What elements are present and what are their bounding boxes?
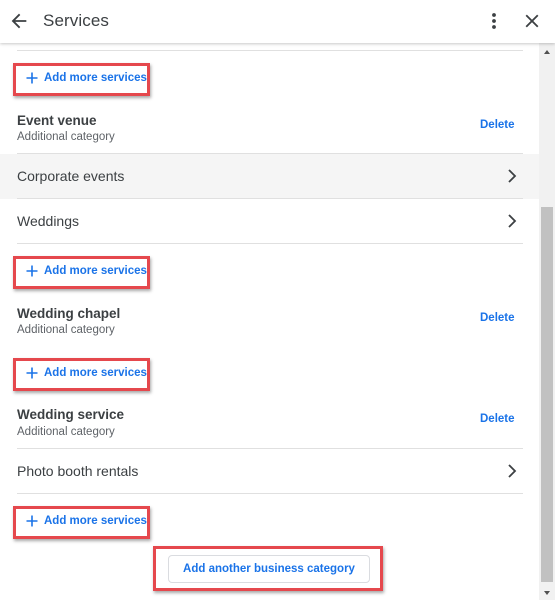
more-vert-icon [492,13,496,29]
service-row[interactable]: Photo booth rentals [0,449,539,494]
service-row[interactable]: Corporate events [0,154,539,199]
add-more-services-label: Add more services [44,265,147,277]
service-label: Corporate events [17,168,125,184]
category-subtitle: Additional category [17,131,115,143]
more-options-button[interactable] [484,10,504,32]
chevron-right-icon [508,214,517,228]
service-label: Weddings [17,213,80,229]
add-business-category-button[interactable]: Add another business category [168,555,370,583]
add-more-services-label: Add more services [44,515,147,527]
services-panel: Services Add more services Event venue A… [0,0,555,600]
category-title: Wedding service [17,407,125,422]
delete-category-button[interactable]: Delete [480,312,515,324]
scrollbar[interactable] [539,43,555,600]
add-more-services-button[interactable]: Add more services [13,358,150,391]
chevron-right-icon [508,169,517,183]
divider [17,243,523,244]
add-more-services-label: Add more services [44,367,147,379]
category-title: Event venue [17,113,97,128]
divider [17,493,523,494]
service-label: Photo booth rentals [17,463,139,479]
plus-icon [26,72,38,84]
add-more-services-label: Add more services [44,72,147,84]
arrow-left-icon [11,13,27,29]
services-list: Add more services Event venue Additional… [0,43,539,600]
chevron-right-icon [508,464,517,478]
close-icon [525,14,539,28]
plus-icon [26,265,38,277]
category-title: Wedding chapel [17,306,121,321]
close-button[interactable] [521,10,543,32]
category-subtitle: Additional category [17,426,115,438]
scroll-up-arrow-icon[interactable] [539,45,555,59]
add-more-services-button[interactable]: Add more services [13,256,150,289]
service-row[interactable]: Weddings [0,199,539,244]
page-title: Services [43,11,109,30]
scroll-down-arrow-icon[interactable] [539,586,555,600]
scrollbar-thumb[interactable] [541,207,553,582]
plus-icon [26,515,38,527]
back-button[interactable] [8,10,30,32]
divider [17,50,523,51]
delete-category-button[interactable]: Delete [480,413,515,425]
delete-category-button[interactable]: Delete [480,119,515,131]
category-subtitle: Additional category [17,324,115,336]
add-category-highlight: Add another business category [153,546,383,591]
add-more-services-button[interactable]: Add more services [13,506,150,539]
add-more-services-button[interactable]: Add more services [13,63,150,96]
plus-icon [26,367,38,379]
header-bar: Services [0,0,555,43]
